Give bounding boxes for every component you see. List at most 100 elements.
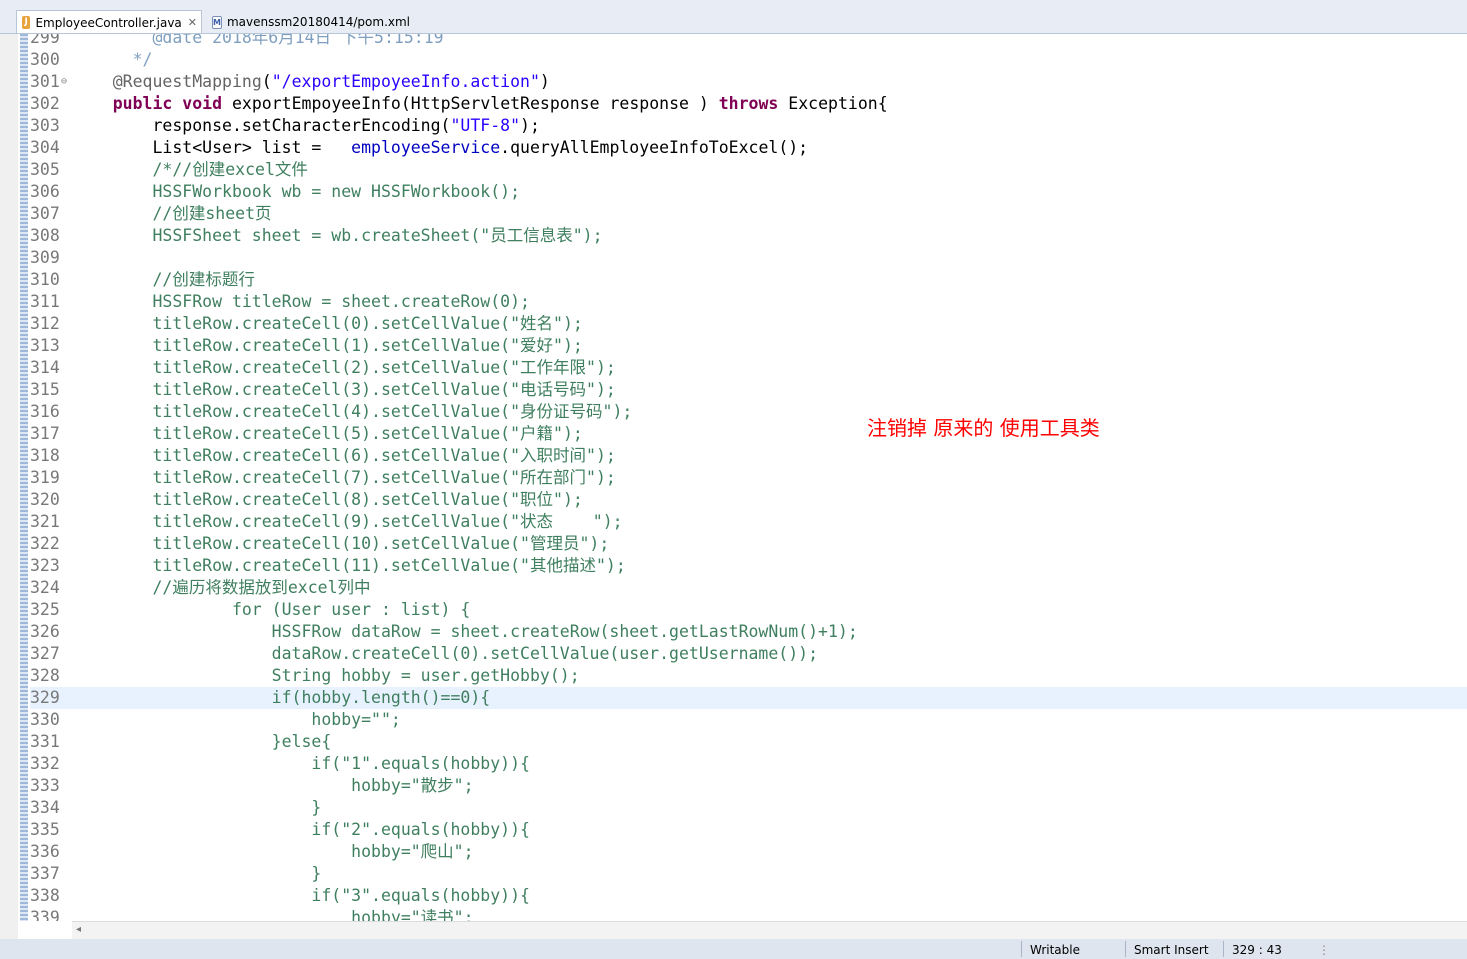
code-line[interactable]: 334 } xyxy=(30,797,1467,819)
line-number: 336 xyxy=(30,842,60,861)
code-line[interactable]: 324 //遍历将数据放到excel列中 xyxy=(30,577,1467,599)
fold-toggle-icon[interactable]: ⊖ xyxy=(61,71,67,93)
code-text: //创建标题行 xyxy=(73,270,255,289)
code-line[interactable]: 312 titleRow.createCell(0).setCellValue(… xyxy=(30,313,1467,335)
code-line[interactable]: 314 titleRow.createCell(2).setCellValue(… xyxy=(30,357,1467,379)
code-line[interactable]: 309 xyxy=(30,247,1467,269)
code-line[interactable]: 302 public void exportEmpoyeeInfo(HttpSe… xyxy=(30,93,1467,115)
tab-employee-controller[interactable]: J EmployeeController.java ✕ xyxy=(16,10,202,34)
status-bar: Writable Smart Insert 329 : 43 ⋮ xyxy=(0,939,1467,959)
code-text: @RequestMapping("/exportEmpoyeeInfo.acti… xyxy=(112,72,550,91)
code-line[interactable]: 305 /*//创建excel文件 xyxy=(30,159,1467,181)
line-number: 299 xyxy=(30,34,60,47)
line-number: 319 xyxy=(30,468,60,487)
code-line[interactable]: 323 titleRow.createCell(11).setCellValue… xyxy=(30,555,1467,577)
line-number: 300 xyxy=(30,50,60,69)
code-line[interactable]: 339 hobby="读书"; xyxy=(30,907,1467,921)
code-line[interactable]: 325 for (User user : list) { xyxy=(30,599,1467,621)
line-number: 313 xyxy=(30,336,60,355)
code-line[interactable]: 301 ⊖ @RequestMapping("/exportEmpoyeeInfo… xyxy=(30,71,1467,93)
code-text: @date 2018年6月14日 下午5:15:19 xyxy=(73,34,444,47)
code-text: //遍历将数据放到excel列中 xyxy=(73,578,371,597)
code-text: titleRow.createCell(10).setCellValue("管理… xyxy=(73,534,610,553)
line-number: 326 xyxy=(30,622,60,641)
line-number: 303 xyxy=(30,116,60,135)
code-line[interactable]: 338 if("3".equals(hobby)){ xyxy=(30,885,1467,907)
tab-pom-xml[interactable]: M mavenssm20180414/pom.xml xyxy=(207,10,410,34)
code-line[interactable]: 311 HSSFRow titleRow = sheet.createRow(0… xyxy=(30,291,1467,313)
code-line[interactable]: 303 response.setCharacterEncoding("UTF-8… xyxy=(30,115,1467,137)
code-text: titleRow.createCell(0).setCellValue("姓名"… xyxy=(73,314,583,333)
line-number: 322 xyxy=(30,534,60,553)
code-line[interactable]: 307 //创建sheet页 xyxy=(30,203,1467,225)
code-editor[interactable]: 299 @date 2018年6月14日 下午5:15:19 300 */301 ⊖… xyxy=(30,34,1467,921)
code-text: hobby="爬山"; xyxy=(73,842,474,861)
line-number: 321 xyxy=(30,512,60,531)
code-line[interactable]: 332 if("1".equals(hobby)){ xyxy=(30,753,1467,775)
code-text: titleRow.createCell(8).setCellValue("职位"… xyxy=(73,490,583,509)
line-number: 337 xyxy=(30,864,60,883)
code-line[interactable]: 299 @date 2018年6月14日 下午5:15:19 xyxy=(30,34,1467,49)
status-separator xyxy=(1021,941,1022,957)
horizontal-scrollbar[interactable]: ◂ xyxy=(72,921,1467,939)
code-line[interactable]: 328 String hobby = user.getHobby(); xyxy=(30,665,1467,687)
line-number: 317 xyxy=(30,424,60,443)
code-line[interactable]: 327 dataRow.createCell(0).setCellValue(u… xyxy=(30,643,1467,665)
line-number: 328 xyxy=(30,666,60,685)
line-number: 312 xyxy=(30,314,60,333)
code-text: if("3".equals(hobby)){ xyxy=(73,886,530,905)
line-number: 315 xyxy=(30,380,60,399)
line-number: 307 xyxy=(30,204,60,223)
code-text: titleRow.createCell(3).setCellValue("电话号… xyxy=(73,380,616,399)
cursor-position-status: 329 : 43 xyxy=(1232,943,1282,957)
code-line[interactable]: 336 hobby="爬山"; xyxy=(30,841,1467,863)
line-number: 325 xyxy=(30,600,60,619)
code-text: titleRow.createCell(11).setCellValue("其他… xyxy=(73,556,626,575)
code-line[interactable]: 315 titleRow.createCell(3).setCellValue(… xyxy=(30,379,1467,401)
code-line[interactable]: 306 HSSFWorkbook wb = new HSSFWorkbook()… xyxy=(30,181,1467,203)
code-line[interactable]: 308 HSSFSheet sheet = wb.createSheet("员工… xyxy=(30,225,1467,247)
code-text: dataRow.createCell(0).setCellValue(user.… xyxy=(73,644,819,663)
code-line[interactable]: 313 titleRow.createCell(1).setCellValue(… xyxy=(30,335,1467,357)
code-line[interactable]: 331 }else{ xyxy=(30,731,1467,753)
code-line[interactable]: 316 titleRow.createCell(4).setCellValue(… xyxy=(30,401,1467,423)
code-line[interactable]: 335 if("2".equals(hobby)){ xyxy=(30,819,1467,841)
code-line[interactable]: 310 //创建标题行 xyxy=(30,269,1467,291)
line-number: 305 xyxy=(30,160,60,179)
code-text: hobby="读书"; xyxy=(73,908,474,921)
code-line[interactable]: 326 HSSFRow dataRow = sheet.createRow(sh… xyxy=(30,621,1467,643)
code-line[interactable]: 330 hobby=""; xyxy=(30,709,1467,731)
code-text: hobby=""; xyxy=(73,710,401,729)
code-text: response.setCharacterEncoding("UTF-8"); xyxy=(73,116,540,135)
line-number: 320 xyxy=(30,490,60,509)
code-line[interactable]: 318 titleRow.createCell(6).setCellValue(… xyxy=(30,445,1467,467)
change-ruler-bar xyxy=(20,34,28,921)
code-line[interactable]: 321 titleRow.createCell(9).setCellValue(… xyxy=(30,511,1467,533)
scroll-left-arrow-icon[interactable]: ◂ xyxy=(76,924,81,935)
line-number: 306 xyxy=(30,182,60,201)
close-icon[interactable]: ✕ xyxy=(188,16,197,29)
code-text: for (User user : list) { xyxy=(73,600,471,619)
code-text: if(hobby.length()==0){ xyxy=(73,688,491,707)
left-margin-strip xyxy=(0,34,18,939)
line-number: 323 xyxy=(30,556,60,575)
line-number: 332 xyxy=(30,754,60,773)
code-line[interactable]: 300 */ xyxy=(30,49,1467,71)
status-separator xyxy=(1223,941,1224,957)
code-text: String hobby = user.getHobby(); xyxy=(73,666,580,685)
code-line[interactable]: 317 titleRow.createCell(5).setCellValue(… xyxy=(30,423,1467,445)
code-line[interactable]: 319 titleRow.createCell(7).setCellValue(… xyxy=(30,467,1467,489)
code-line[interactable]: 320 titleRow.createCell(8).setCellValue(… xyxy=(30,489,1467,511)
insert-mode-status[interactable]: Smart Insert xyxy=(1134,943,1209,957)
line-number: 333 xyxy=(30,776,60,795)
code-line[interactable]: 304 List<User> list = employeeService.qu… xyxy=(30,137,1467,159)
code-text: */ xyxy=(73,50,153,69)
code-line[interactable]: 333 hobby="散步"; xyxy=(30,775,1467,797)
line-number: 318 xyxy=(30,446,60,465)
code-text: HSSFWorkbook wb = new HSSFWorkbook(); xyxy=(73,182,521,201)
code-text: /*//创建excel文件 xyxy=(73,160,308,179)
code-text: titleRow.createCell(6).setCellValue("入职时… xyxy=(73,446,616,465)
code-line[interactable]: 322 titleRow.createCell(10).setCellValue… xyxy=(30,533,1467,555)
code-line[interactable]: 337 } xyxy=(30,863,1467,885)
code-line[interactable]: 329 if(hobby.length()==0){ xyxy=(30,687,1467,709)
